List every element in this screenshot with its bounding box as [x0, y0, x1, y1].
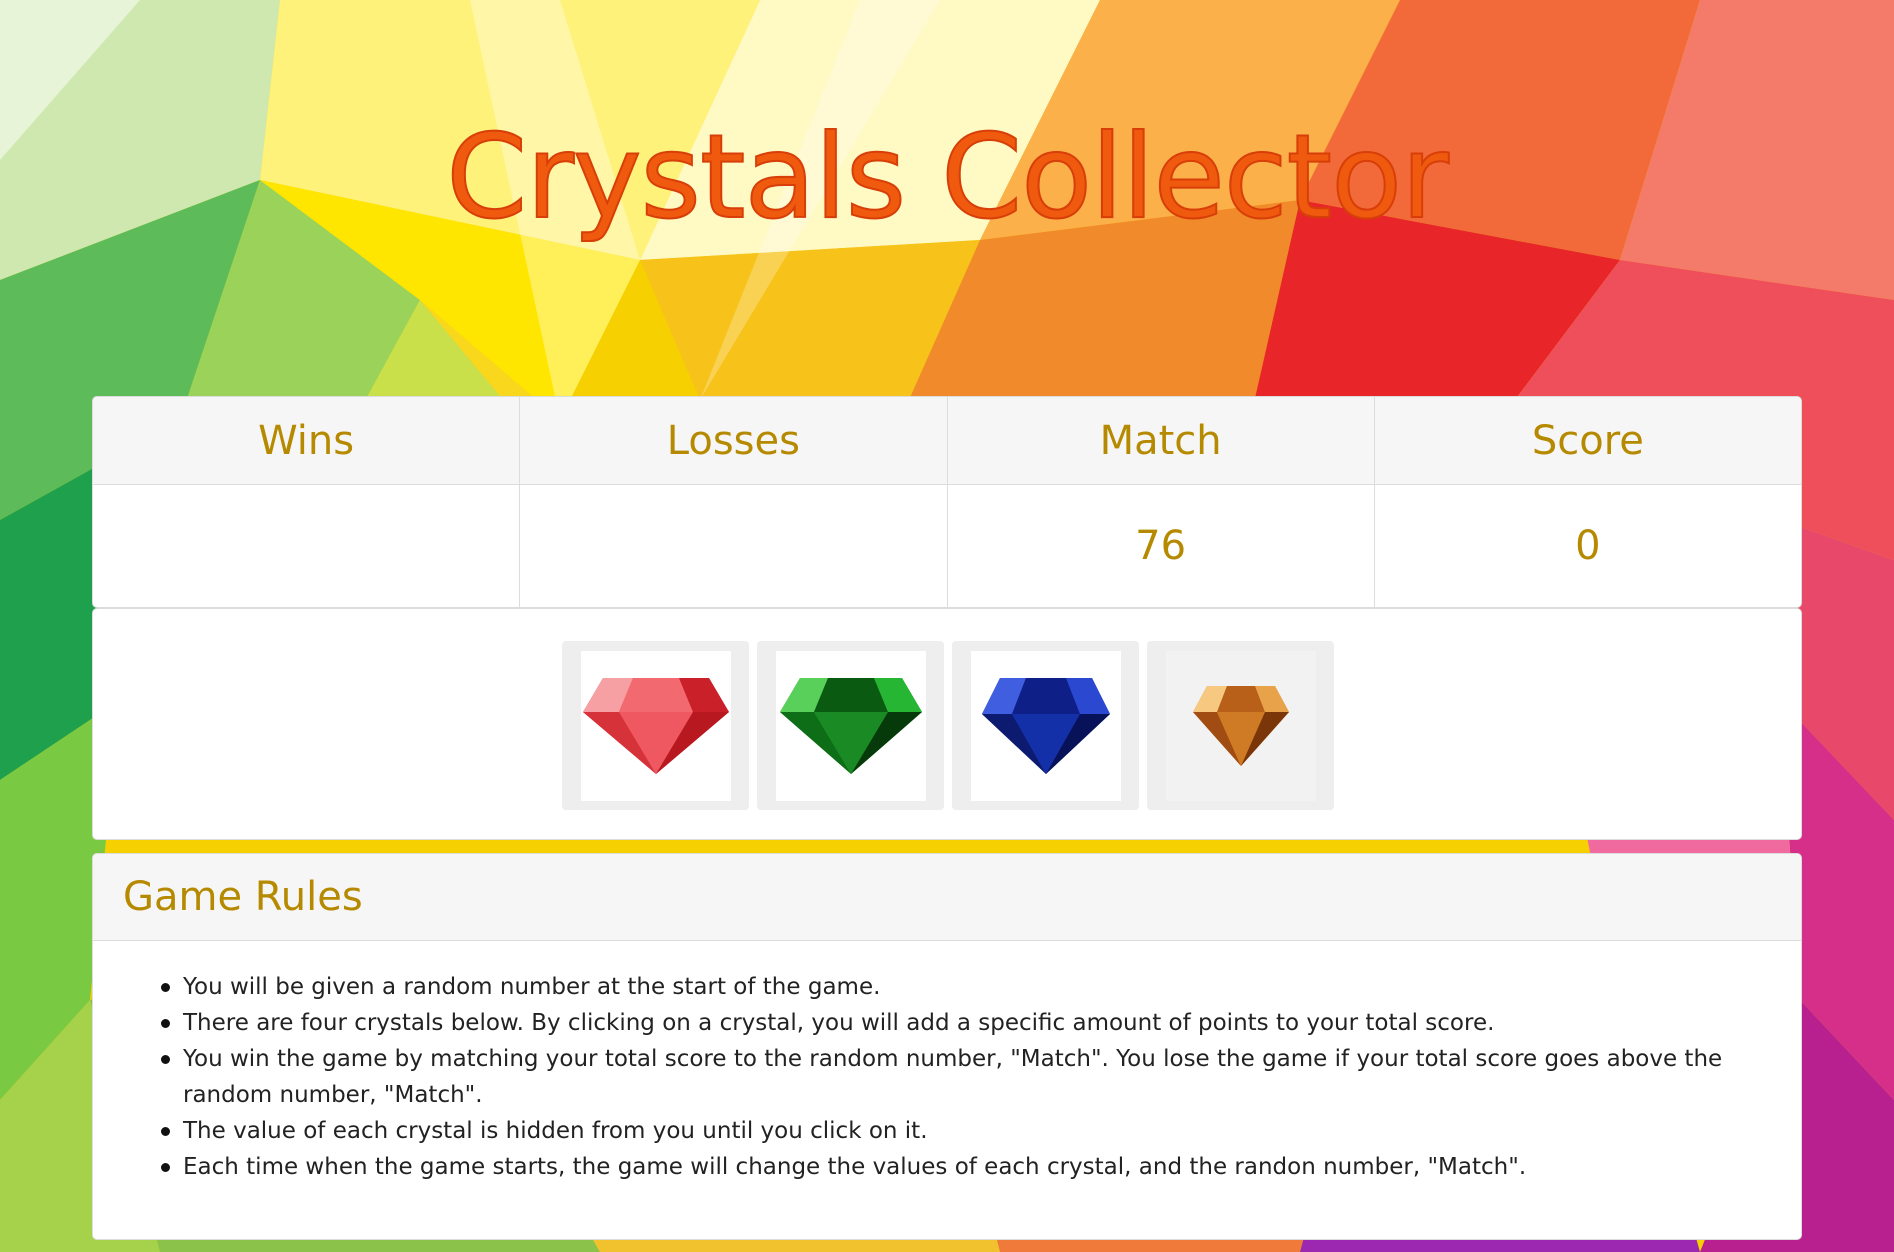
game-title: Crystals Collector [445, 109, 1450, 246]
blue-crystal-icon [981, 677, 1110, 774]
rule-item: You will be given a random number at the… [161, 969, 1741, 1005]
rule-item: Each time when the game starts, the game… [161, 1149, 1741, 1185]
rules-heading: Game Rules [93, 854, 1801, 941]
crystal-panel [92, 608, 1802, 840]
losses-value [520, 485, 946, 607]
wins-value [93, 485, 519, 607]
match-column: Match 76 [947, 397, 1375, 607]
wins-column: Wins [93, 397, 521, 607]
rule-item: You win the game by matching your total … [161, 1041, 1741, 1113]
crystal-row [562, 641, 1334, 810]
rules-panel: Game Rules You will be given a random nu… [92, 853, 1802, 1240]
losses-column: Losses [520, 397, 948, 607]
green-crystal-button[interactable] [757, 641, 944, 810]
rules-list: You will be given a random number at the… [93, 941, 1801, 1185]
score-column: Score 0 [1374, 397, 1801, 607]
score-value: 0 [1575, 523, 1601, 569]
losses-label: Losses [520, 397, 947, 485]
match-label: Match [947, 397, 1374, 485]
wins-label: Wins [93, 397, 520, 485]
rule-item: The value of each crystal is hidden from… [161, 1113, 1741, 1149]
match-value: 76 [1135, 523, 1187, 569]
red-crystal-button[interactable] [562, 641, 749, 810]
stats-table: Wins Losses Match 76 Score 0 [92, 396, 1802, 608]
orange-crystal-icon [1192, 685, 1289, 766]
green-crystal-icon [779, 677, 922, 774]
red-crystal-icon [582, 677, 729, 774]
orange-crystal-button[interactable] [1147, 641, 1334, 810]
rule-item: There are four crystals below. By clicki… [161, 1005, 1741, 1041]
blue-crystal-button[interactable] [952, 641, 1139, 810]
score-label: Score [1374, 397, 1801, 485]
